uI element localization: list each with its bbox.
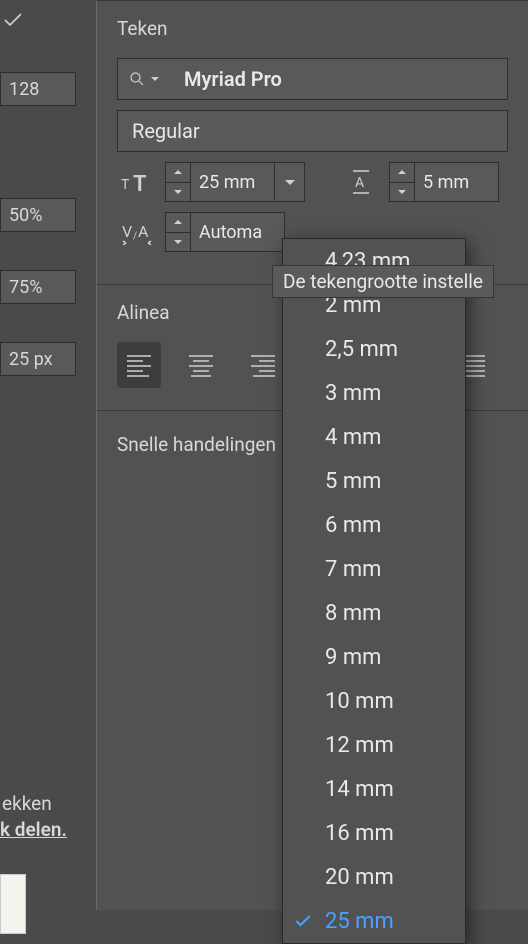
chevron-down-icon [397,188,407,196]
chevron-down-icon [150,74,160,84]
svg-text:T: T [121,177,130,193]
search-icon [128,70,146,88]
value-75pct[interactable]: 75% [0,270,76,304]
align-left-icon [125,353,153,377]
svg-text:A: A [355,175,364,191]
value-128[interactable]: 128 [0,72,76,106]
leading-stepper[interactable] [389,162,415,202]
leading-input[interactable]: 5 mm [415,162,499,202]
align-center-icon [187,353,215,377]
thumbnail-corner [0,874,26,934]
left-partial-panel: 128 50% 75% 25 px ekken k delen. [0,0,88,934]
font-size-dropdown-button[interactable] [275,162,305,202]
chevron-down-icon [173,238,183,246]
font-size-option[interactable]: 12 mm [283,723,465,767]
label-ekken: ekken [2,792,52,815]
align-center-button[interactable] [179,342,223,388]
font-size-option[interactable]: 4 mm [283,415,465,459]
chevron-down-icon [284,177,296,187]
check-icon [293,911,313,931]
font-size-option[interactable]: 20 mm [283,855,465,899]
font-size-option[interactable]: 7 mm [283,547,465,591]
font-size-option[interactable]: 16 mm [283,811,465,855]
align-right-icon [249,353,277,377]
font-style-select[interactable]: Regular [117,110,508,152]
svg-text:/: / [133,231,137,242]
align-left-button[interactable] [117,342,161,388]
kerning-field: Automa [165,212,285,252]
font-size-option[interactable]: 9 mm [283,635,465,679]
font-size-option[interactable]: 6 mm [283,503,465,547]
svg-text:T: T [133,172,147,195]
font-size-icon: TT [117,162,159,202]
chevron-up-icon [173,168,183,176]
kerning-icon: V/A [117,212,159,252]
font-family-input[interactable]: Myriad Pro [117,58,508,100]
svg-text:A: A [138,222,149,241]
font-size-field: 25 mm [165,162,305,202]
font-size-option[interactable]: 10 mm [283,679,465,723]
check-icon [0,8,30,32]
leading-field: 5 mm [389,162,499,202]
chevron-up-icon [397,168,407,176]
align-right-button[interactable] [241,342,285,388]
chevron-down-icon [173,188,183,196]
font-style-value: Regular [118,119,200,143]
font-size-option[interactable]: 2,5 mm [283,327,465,371]
kerning-input[interactable]: Automa [191,212,285,252]
font-size-option[interactable]: 5 mm [283,459,465,503]
kerning-stepper[interactable] [165,212,191,252]
value-50pct[interactable]: 50% [0,198,76,232]
leading-icon: A [341,162,383,202]
font-size-option[interactable]: 8 mm [283,591,465,635]
font-family-value: Myriad Pro [170,67,282,91]
link-delen[interactable]: k delen. [0,818,67,841]
font-size-option[interactable]: 3 mm [283,371,465,415]
svg-text:V: V [122,222,132,241]
tooltip-font-size: De tekengrootte instelle [272,265,494,298]
font-size-stepper[interactable] [165,162,191,202]
font-size-option[interactable]: 25 mm [283,899,465,943]
section-title-teken: Teken [117,17,508,40]
font-size-dropdown[interactable]: 4,23 mm2 mm2,5 mm3 mm4 mm5 mm6 mm7 mm8 m… [282,238,466,944]
value-25px[interactable]: 25 px [0,342,76,376]
font-size-option[interactable]: 14 mm [283,767,465,811]
chevron-up-icon [173,218,183,226]
font-size-input[interactable]: 25 mm [191,162,275,202]
